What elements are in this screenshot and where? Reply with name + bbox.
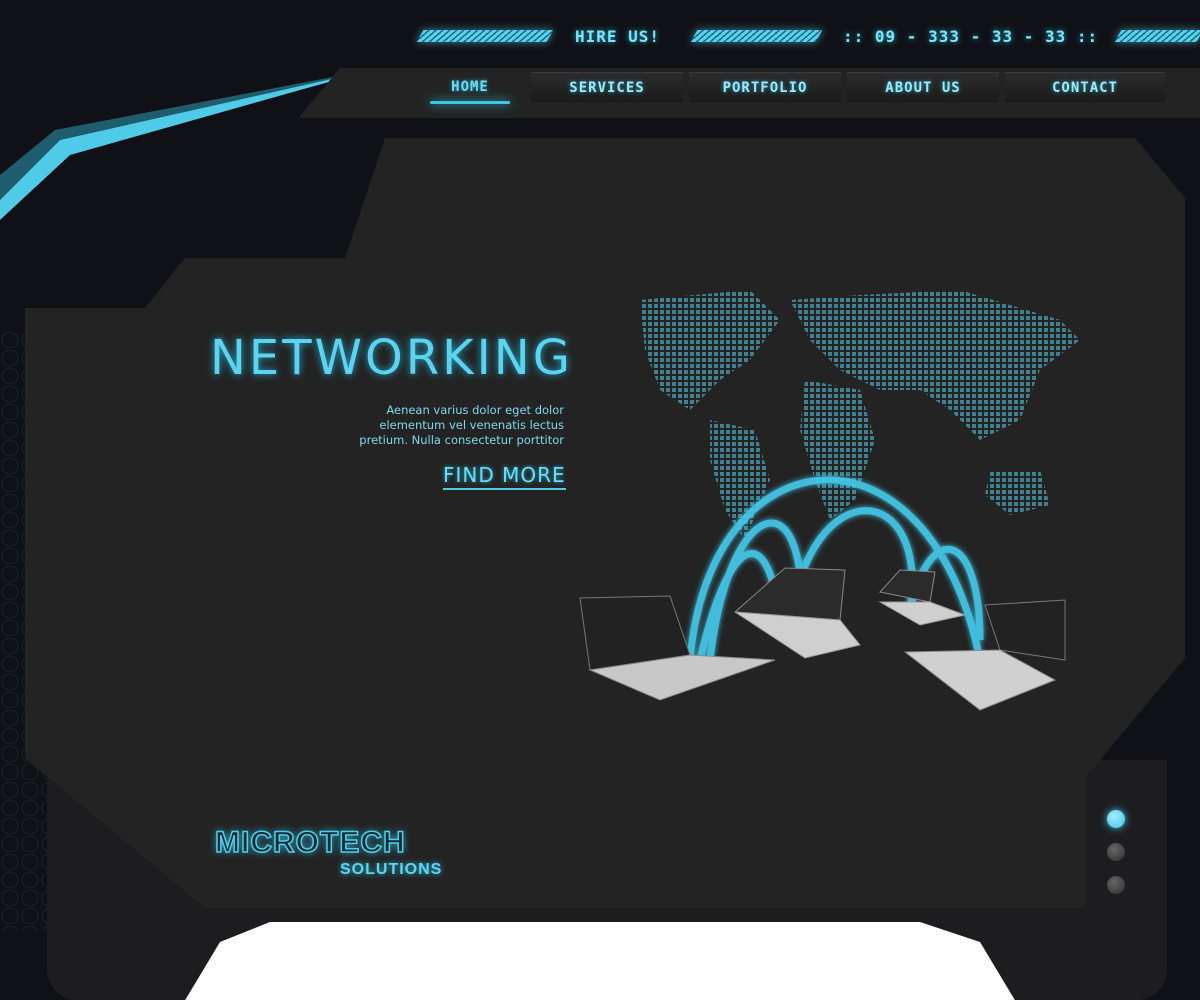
- header-stripe: [690, 30, 823, 42]
- slider-dot-3[interactable]: [1107, 876, 1125, 894]
- header-stripe: [416, 30, 554, 42]
- slider-dot-2[interactable]: [1107, 843, 1125, 861]
- hero-description: Aenean varius dolor eget dolor elementum…: [340, 403, 564, 448]
- nav-portfolio[interactable]: PORTFOLIO: [689, 72, 841, 102]
- find-more-link[interactable]: FIND MORE: [443, 463, 566, 490]
- main-nav: HOME SERVICES PORTFOLIO ABOUT US CONTACT: [415, 72, 1165, 104]
- hero-description-line: pretium. Nulla consectetur porttitor: [359, 433, 564, 447]
- slider-dot-1[interactable]: [1107, 810, 1125, 828]
- nav-contact[interactable]: CONTACT: [1005, 72, 1165, 102]
- content-box: [160, 922, 1040, 1000]
- laptop-group: [579, 567, 1066, 711]
- logo-sub-text: SOLUTIONS: [340, 861, 443, 878]
- hire-us-link[interactable]: HIRE US!: [575, 27, 660, 46]
- world-map-network-laptops-icon: [579, 290, 1080, 711]
- nav-home[interactable]: HOME: [415, 72, 525, 104]
- header-stripe: [1114, 30, 1200, 42]
- logo-main-text: MICROTECH: [214, 825, 406, 860]
- phone-number: :: 09 - 333 - 33 - 33 ::: [843, 27, 1099, 46]
- hero-description-line: Aenean varius dolor eget dolor: [386, 403, 564, 417]
- hero-description-line: elementum vel venenatis lectus: [379, 418, 564, 432]
- nav-about-us[interactable]: ABOUT US: [847, 72, 999, 102]
- hero-title: NETWORKING: [210, 330, 573, 386]
- nav-services[interactable]: SERVICES: [531, 72, 683, 102]
